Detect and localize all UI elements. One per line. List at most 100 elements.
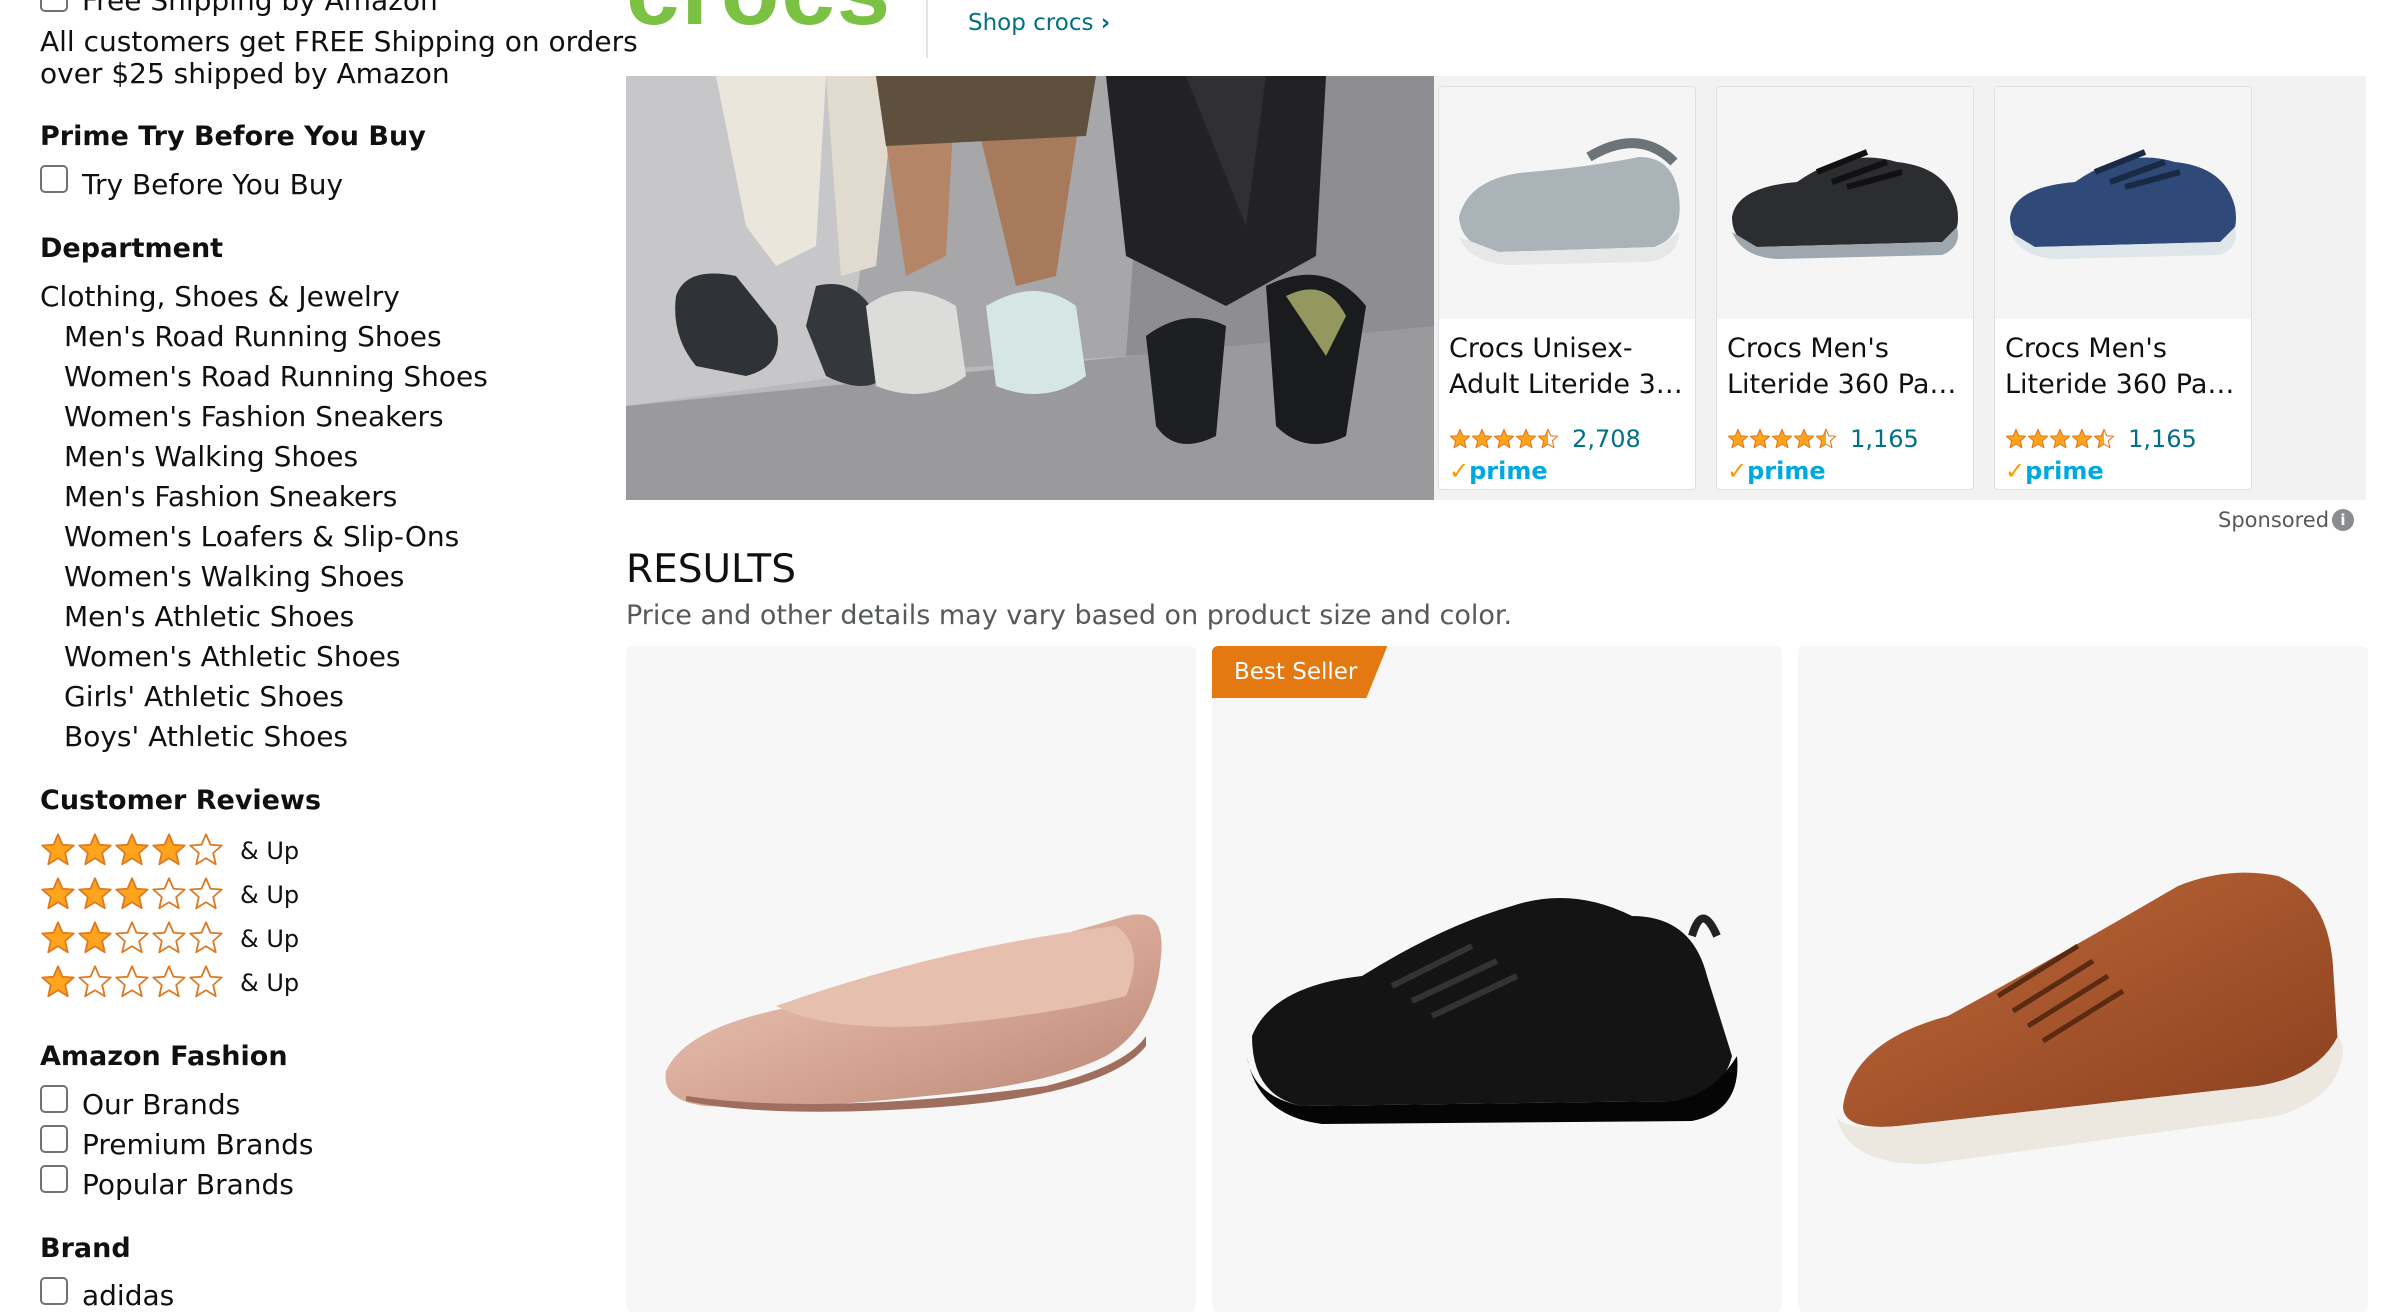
star-empty-icon [188, 964, 224, 1000]
product-rating[interactable]: 1,165 [2005, 425, 2197, 455]
product-image[interactable] [1995, 87, 2251, 319]
star-filled-icon [151, 832, 187, 868]
product-image[interactable] [626, 646, 1196, 1312]
info-icon[interactable]: i [2332, 509, 2354, 531]
free-shipping-note: over $25 shipped by Amazon [40, 57, 450, 90]
review-filter-label: & Up [240, 837, 300, 865]
star-icon [2093, 428, 2115, 450]
department-item[interactable]: Boys' Athletic Shoes [64, 720, 348, 754]
department-item[interactable]: Women's Athletic Shoes [64, 640, 401, 674]
product-image[interactable] [1798, 646, 2368, 1312]
department-item[interactable]: Men's Road Running Shoes [64, 320, 442, 354]
product-title-line: Crocs Men's [2005, 333, 2167, 364]
product-title-line: Adult Literide 3… [1449, 369, 1683, 400]
star-rating-icon [40, 833, 225, 866]
star-filled-icon [40, 920, 76, 956]
department-item[interactable]: Women's Road Running Shoes [64, 360, 488, 394]
star-filled-icon [114, 832, 150, 868]
product-title[interactable]: Crocs Men's Literide 360 Pac… [2005, 331, 2243, 403]
star-icon [2005, 428, 2027, 450]
popular-brands-checkbox[interactable] [40, 1165, 68, 1193]
prime-label: prime [1469, 457, 1548, 485]
prime-check-icon: ✓ [2005, 457, 2026, 485]
adidas-checkbox[interactable] [40, 1277, 68, 1305]
product-title[interactable]: Crocs Unisex- Adult Literide 3… [1449, 331, 1687, 403]
department-root-link[interactable]: Clothing, Shoes & Jewelry [40, 280, 400, 314]
department-item[interactable]: Men's Athletic Shoes [64, 600, 354, 634]
crocs-brand-logo[interactable]: crocs [626, 0, 892, 42]
product-rating[interactable]: 2,708 [1449, 425, 1641, 455]
review-filter-4-up[interactable]: & Up [40, 832, 299, 872]
star-empty-icon [151, 964, 187, 1000]
star-rating-icon [1727, 428, 1837, 450]
review-filter-3-up[interactable]: & Up [40, 876, 299, 916]
chevron-right-icon: › [1100, 10, 1111, 36]
free-shipping-note: All customers get FREE Shipping on order… [40, 25, 638, 58]
product-title-line: Literide 360 Pac… [1727, 369, 1965, 400]
our-brands-label[interactable]: Our Brands [82, 1088, 240, 1122]
adidas-label[interactable]: adidas [82, 1279, 174, 1313]
sponsored-brand-module: Crocs Unisex- Adult Literide 3… 2,708 ✓p… [626, 76, 2366, 500]
prime-label: prime [2025, 457, 2104, 485]
department-item[interactable]: Men's Walking Shoes [64, 440, 358, 474]
star-icon [1793, 428, 1815, 450]
try-before-checkbox[interactable] [40, 165, 68, 193]
star-empty-icon [188, 920, 224, 956]
star-empty-icon [151, 920, 187, 956]
sponsored-product-card[interactable]: Crocs Men's Literide 360 Pac… 1,165 ✓pri… [1994, 86, 2252, 490]
prime-try-heading: Prime Try Before You Buy [40, 121, 426, 152]
result-card[interactable] [1798, 646, 2368, 1312]
crocs-lifestyle-image[interactable] [626, 76, 1434, 500]
review-filter-label: & Up [240, 969, 300, 997]
sponsored-product-card[interactable]: Crocs Men's Literide 360 Pac… 1,165 ✓pri… [1716, 86, 1974, 490]
our-brands-checkbox[interactable] [40, 1085, 68, 1113]
star-empty-icon [77, 964, 113, 1000]
product-rating[interactable]: 1,165 [1727, 425, 1919, 455]
result-card[interactable]: Best Seller [1212, 646, 1782, 1312]
product-title-line: Crocs Unisex- [1449, 333, 1633, 364]
department-item[interactable]: Men's Fashion Sneakers [64, 480, 397, 514]
prime-badge: ✓prime [1449, 457, 1548, 485]
star-rating-icon [1449, 428, 1559, 450]
sponsored-label: Sponsored [2218, 508, 2330, 532]
banner-divider [926, 0, 928, 58]
try-before-label[interactable]: Try Before You Buy [82, 168, 343, 202]
premium-brands-label[interactable]: Premium Brands [82, 1128, 313, 1162]
product-image[interactable] [1212, 646, 1782, 1312]
product-image[interactable] [1717, 87, 1973, 319]
department-item[interactable]: Women's Fashion Sneakers [64, 400, 444, 434]
premium-brands-checkbox[interactable] [40, 1125, 68, 1153]
rating-count[interactable]: 1,165 [2128, 425, 2197, 453]
department-item[interactable]: Women's Walking Shoes [64, 560, 404, 594]
department-item[interactable]: Girls' Athletic Shoes [64, 680, 344, 714]
prime-badge: ✓prime [1727, 457, 1826, 485]
rating-count[interactable]: 2,708 [1572, 425, 1641, 453]
star-rating-icon [40, 921, 225, 954]
product-title[interactable]: Crocs Men's Literide 360 Pac… [1727, 331, 1965, 403]
result-card[interactable] [626, 646, 1196, 1312]
brand-heading: Brand [40, 1233, 131, 1264]
free-shipping-label[interactable]: Free Shipping by Amazon [82, 0, 438, 18]
department-heading: Department [40, 233, 224, 264]
shop-brand-link[interactable]: Shop crocs › [968, 8, 1110, 38]
star-icon [1515, 428, 1537, 450]
amazon-fashion-heading: Amazon Fashion [40, 1041, 288, 1072]
department-item[interactable]: Women's Loafers & Slip-Ons [64, 520, 459, 554]
reviews-heading: Customer Reviews [40, 785, 322, 816]
prime-check-icon: ✓ [1449, 457, 1470, 485]
product-image[interactable] [1439, 87, 1695, 319]
shop-link-text: Shop crocs [968, 10, 1094, 36]
results-heading: RESULTS [626, 547, 796, 592]
star-filled-icon [114, 876, 150, 912]
review-filter-2-up[interactable]: & Up [40, 920, 299, 960]
star-icon [2027, 428, 2049, 450]
star-icon [2071, 428, 2093, 450]
rating-count[interactable]: 1,165 [1850, 425, 1919, 453]
sponsored-product-card[interactable]: Crocs Unisex- Adult Literide 3… 2,708 ✓p… [1438, 86, 1696, 490]
star-empty-icon [188, 876, 224, 912]
free-shipping-checkbox[interactable] [40, 0, 68, 12]
prime-badge: ✓prime [2005, 457, 2104, 485]
popular-brands-label[interactable]: Popular Brands [82, 1168, 294, 1202]
review-filter-1-up[interactable]: & Up [40, 964, 299, 1004]
star-icon [1815, 428, 1837, 450]
